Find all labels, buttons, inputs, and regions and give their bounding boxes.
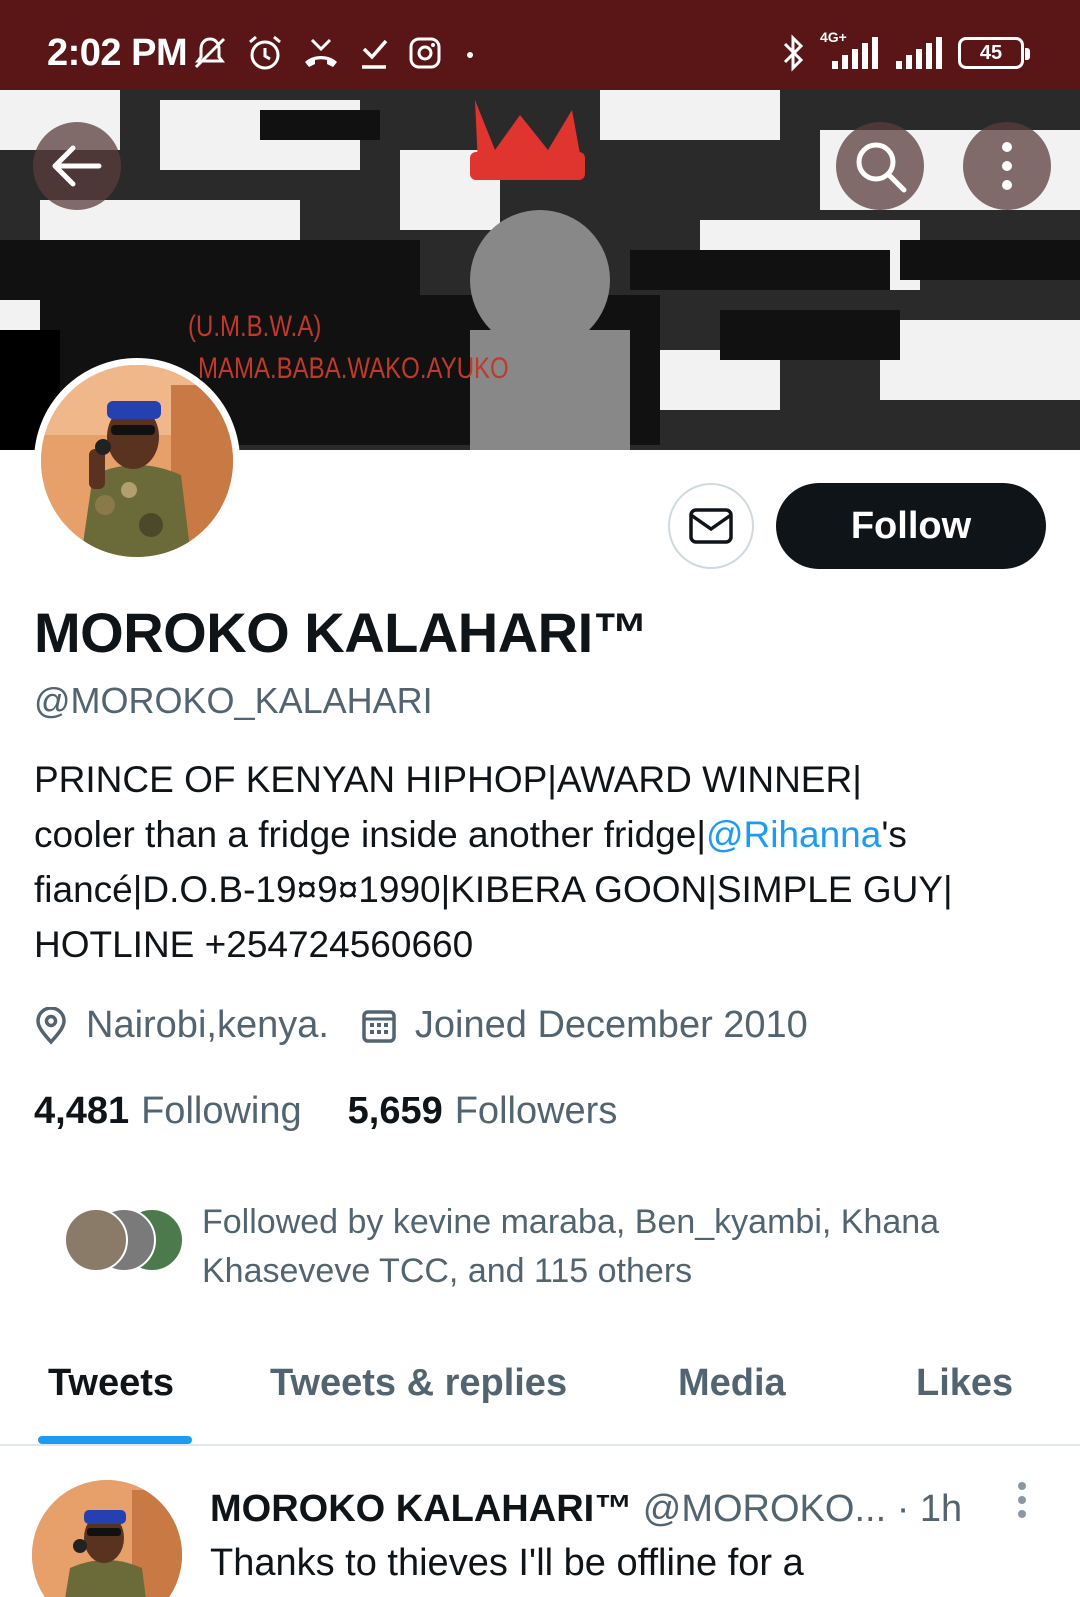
back-button[interactable] [33,122,121,210]
tweet-separator: · [896,1488,910,1530]
search-icon [856,142,907,193]
tweet-time: 1h [919,1488,963,1530]
bio-line: fiancé|D.O.B-19¤9¤1990|KIBERA GOON|SIMPL… [34,869,953,910]
joined-date: Joined December 2010 [361,1004,808,1047]
instagram-icon [409,37,441,69]
back-arrow-icon [52,145,102,187]
profile-meta: Nairobi,kenya. Joined December 2010 [34,1004,840,1047]
signal-icon [896,37,942,69]
status-bar: 2:02 PM 4G+ 45 [0,0,1080,90]
bio-mention-link[interactable]: @Rihanna [706,814,881,855]
tab-tweets[interactable]: Tweets [48,1362,174,1405]
bio-line: HOTLINE +254724560660 [34,924,474,965]
joined-text: Joined December 2010 [414,1004,808,1046]
followers-count: 5,659 [347,1090,443,1132]
bio-line: PRINCE OF KENYAN HIPHOP|AWARD WINNER| [34,759,862,800]
mute-icon [194,37,226,69]
tab-media[interactable]: Media [678,1362,786,1405]
location: Nairobi,kenya. [34,1004,329,1047]
missed-call-icon [305,38,337,67]
avatar-photo [32,1480,182,1597]
more-vertical-icon [1002,142,1012,190]
bio-text: 's [881,814,907,855]
followed-by-line: Khaseveve TCC, and 115 others [202,1252,693,1290]
followed-by-line: Followed by kevine maraba, Ben_kyambi, K… [202,1203,940,1241]
avatar [64,1208,128,1272]
status-icons-left [192,34,480,72]
alarm-icon [249,35,281,70]
profile-stats: 4,481 Following 5,659 Followers [34,1090,663,1133]
tweet-text: Thanks to thieves I'll be offline for a [210,1542,804,1584]
bio-text: cooler than a fridge inside another frid… [34,814,706,855]
followers-link[interactable]: 5,659 Followers [348,1090,618,1133]
avatar-photo [41,365,233,557]
message-button[interactable] [668,483,754,569]
following-label: Following [141,1090,302,1132]
tweet-header: MOROKO KALAHARI™ @MOROKO... · 1h [210,1488,962,1531]
followed-by-text: Followed by kevine maraba, Ben_kyambi, K… [202,1198,1022,1296]
banner-text-line1: (U.M.B.W.A) [188,310,322,343]
followers-label: Followers [454,1090,618,1132]
profile-tabs: Tweets Tweets & replies Media Likes [0,1348,1080,1446]
signal-4g: 4G+ [820,29,880,71]
tab-likes[interactable]: Likes [916,1362,1013,1405]
following-count: 4,481 [34,1090,130,1132]
following-link[interactable]: 4,481 Following [34,1090,302,1133]
bio-line: cooler than a fridge inside another frid… [34,807,1044,862]
display-name: MOROKO KALAHARI™ [34,601,649,664]
tweet-item[interactable]: MOROKO KALAHARI™ @MOROKO... · 1h Thanks … [0,1448,1080,1597]
location-pin-icon [36,1006,66,1045]
mail-icon [689,508,733,544]
tweet-more-button[interactable] [1014,1480,1030,1525]
banner-text-line2: MAMA.BABA.WAKO.AYUKO [198,352,509,385]
status-icons-right: 4G+ 45 [782,29,1030,72]
search-button[interactable] [836,122,924,210]
followed-by[interactable]: Followed by kevine maraba, Ben_kyambi, K… [34,1198,939,1290]
more-vertical-icon [1018,1482,1026,1518]
more-button[interactable] [963,122,1051,210]
profile-handle: @MOROKO_KALAHARI [34,680,433,721]
download-icon [362,39,388,69]
active-tab-indicator [38,1436,192,1444]
battery-level: 45 [979,41,1003,64]
tweet-author-name[interactable]: MOROKO KALAHARI™ [210,1488,632,1530]
tab-tweets-replies[interactable]: Tweets & replies [270,1362,567,1405]
status-time: 2:02 PM [47,32,188,74]
battery-icon: 45 [958,37,1030,69]
signal-icon [832,37,878,69]
follower-avatars [34,1198,184,1272]
bluetooth-icon [783,34,804,72]
follow-button[interactable]: Follow [776,483,1046,569]
tweet-avatar[interactable] [32,1480,182,1597]
profile-bio: PRINCE OF KENYAN HIPHOP|AWARD WINNER| co… [34,752,1044,972]
calendar-icon [362,1009,396,1043]
location-text: Nairobi,kenya. [86,1004,329,1046]
dot-icon [467,52,473,58]
tweet-author-handle: @MOROKO... [642,1488,887,1530]
profile-avatar[interactable] [34,358,240,564]
